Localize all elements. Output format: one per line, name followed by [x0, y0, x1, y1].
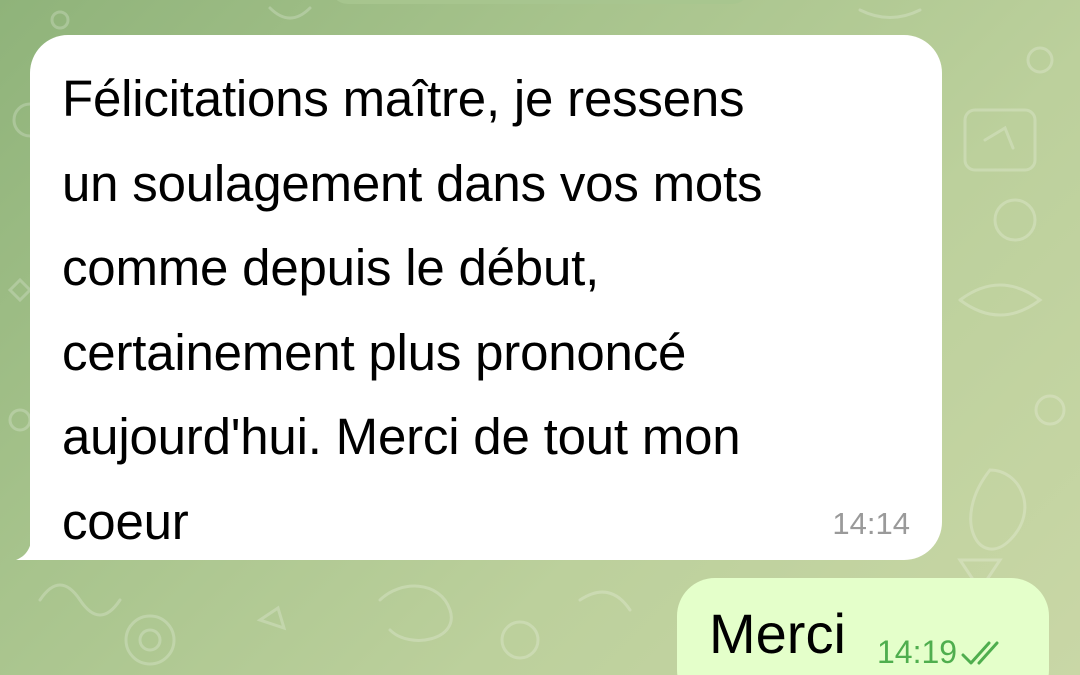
previous-message-bubble-edge — [330, 0, 750, 4]
bubble-tail — [16, 526, 46, 560]
outgoing-message-meta: 14:19 — [877, 634, 1007, 671]
outgoing-message-time: 14:19 — [877, 634, 958, 670]
double-check-icon — [961, 641, 999, 664]
outgoing-message-text: Merci — [709, 602, 846, 665]
incoming-message-text: Félicitations maître, je ressens un soul… — [62, 70, 763, 550]
outgoing-message-bubble[interactable]: Merci 14:19 — [677, 578, 1049, 675]
incoming-message-bubble[interactable]: Félicitations maître, je ressens un soul… — [16, 35, 942, 560]
incoming-message-time: 14:14 — [832, 506, 910, 541]
